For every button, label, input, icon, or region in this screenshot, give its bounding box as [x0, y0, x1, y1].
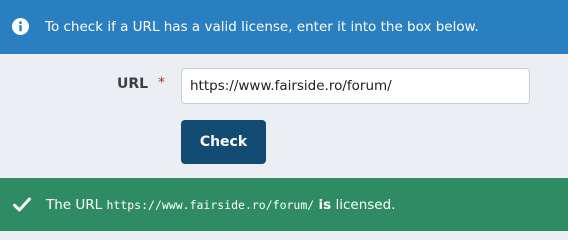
checkmark-icon — [13, 197, 31, 212]
check-button[interactable]: Check — [181, 120, 266, 164]
info-circle-icon — [12, 18, 29, 35]
success-prefix: The URL — [46, 197, 103, 213]
licensed-url: https://www.fairside.ro/forum/ — [106, 198, 315, 212]
required-marker: * — [158, 75, 165, 91]
url-input[interactable] — [181, 68, 530, 104]
success-banner: The URL https://www.fairside.ro/forum/ i… — [0, 178, 568, 231]
success-is: is — [318, 197, 332, 213]
info-message: To check if a URL has a valid license, e… — [45, 19, 479, 35]
success-message: The URL https://www.fairside.ro/forum/ i… — [46, 197, 395, 213]
success-suffix: licensed. — [335, 197, 396, 213]
url-label: URL — [117, 76, 149, 92]
info-banner: To check if a URL has a valid license, e… — [0, 0, 568, 54]
